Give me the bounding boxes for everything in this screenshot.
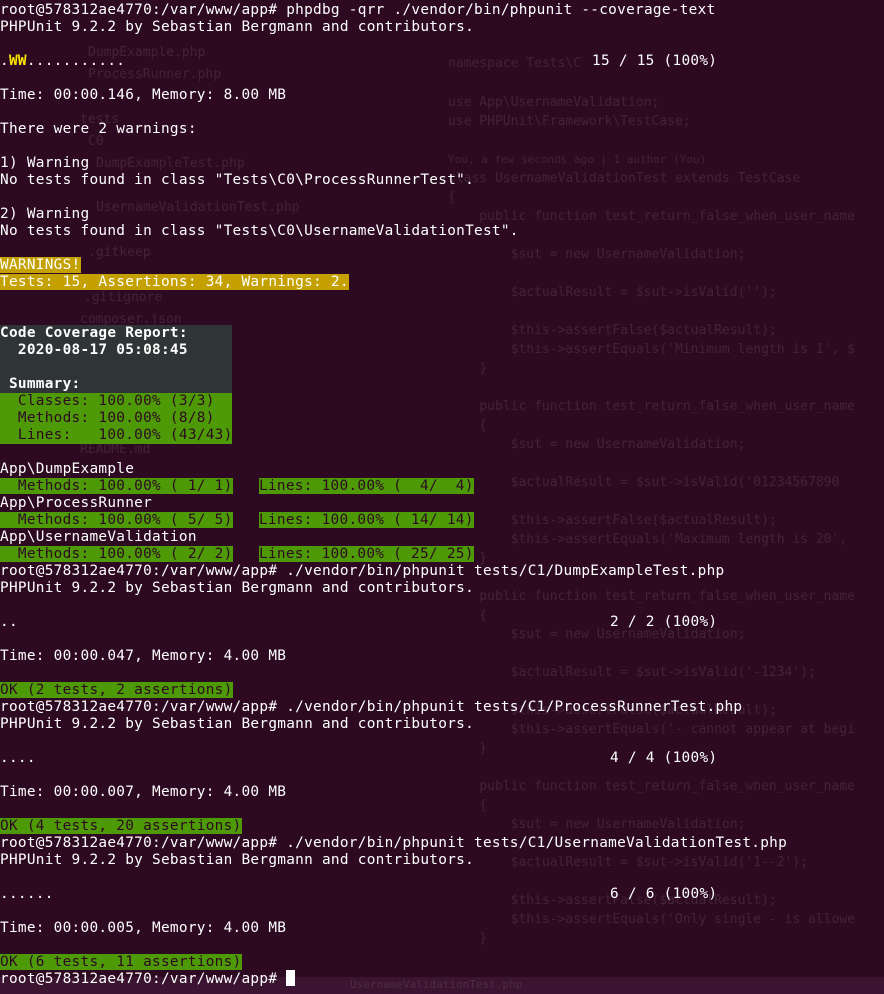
progress-counter: 15 / 15 (100%) <box>592 53 718 69</box>
ok-result: OK (6 tests, 11 assertions) <box>0 954 242 970</box>
coverage-date: 2020-08-17 05:08:45 <box>0 342 188 358</box>
progress-dots: .WW........... <box>0 53 126 69</box>
warning-markers: WW <box>8 53 27 69</box>
terminal-output[interactable]: root@578312ae4770:/var/www/app# phpdbg -… <box>0 0 884 994</box>
warning-message: No tests found in class "Tests\C0\Userna… <box>0 223 519 239</box>
summary-lines: Lines: 100.00% (43/43) <box>0 427 233 443</box>
ok-result: OK (4 tests, 20 assertions) <box>0 818 242 834</box>
time-memory: Time: 00:00.007, Memory: 4.00 MB <box>0 784 287 800</box>
warnings-banner: WARNINGS! <box>0 257 81 273</box>
time-memory: Time: 00:00.047, Memory: 4.00 MB <box>0 648 287 664</box>
time-memory: Time: 00:00.005, Memory: 4.00 MB <box>0 920 287 936</box>
class-methods-coverage: Methods: 100.00% ( 5/ 5) <box>0 512 233 528</box>
class-methods-coverage: Methods: 100.00% ( 1/ 1) <box>0 478 233 494</box>
coverage-title: Code Coverage Report: <box>0 325 188 341</box>
progress-counter: 4 / 4 (100%) <box>610 750 718 766</box>
class-lines-coverage: Lines: 100.00% ( 25/ 25) <box>259 546 474 562</box>
summary-classes: Classes: 100.00% (3/3) <box>0 393 215 409</box>
summary-label: Summary: <box>0 376 81 392</box>
text-cursor <box>286 970 296 986</box>
phpunit-banner: PHPUnit 9.2.2 by Sebastian Bergmann and … <box>0 580 475 596</box>
phpunit-banner: PHPUnit 9.2.2 by Sebastian Bergmann and … <box>0 716 475 732</box>
class-name: App\UsernameValidation <box>0 529 197 545</box>
prompt-line[interactable]: root@578312ae4770:/var/www/app# <box>0 970 296 988</box>
time-memory: Time: 00:00.146, Memory: 8.00 MB <box>0 87 287 103</box>
warning-title: 1) Warning <box>0 155 90 171</box>
class-name: App\DumpExample <box>0 461 135 477</box>
class-name: App\ProcessRunner <box>0 495 153 511</box>
warning-message: No tests found in class "Tests\C0\Proces… <box>0 172 475 188</box>
progress-dots: ...... <box>0 886 54 902</box>
phpunit-banner: PHPUnit 9.2.2 by Sebastian Bergmann and … <box>0 19 475 35</box>
progress-dots: .... <box>0 750 36 766</box>
warnings-header: There were 2 warnings: <box>0 121 197 137</box>
warnings-summary: Tests: 15, Assertions: 34, Warnings: 2. <box>0 274 349 290</box>
phpunit-banner: PHPUnit 9.2.2 by Sebastian Bergmann and … <box>0 852 475 868</box>
command-line: root@578312ae4770:/var/www/app# ./vendor… <box>0 563 725 579</box>
summary-methods: Methods: 100.00% (8/8) <box>0 410 215 426</box>
ok-result: OK (2 tests, 2 assertions) <box>0 682 233 698</box>
class-lines-coverage: Lines: 100.00% ( 14/ 14) <box>259 512 474 528</box>
command-line: root@578312ae4770:/var/www/app# phpdbg -… <box>0 2 716 18</box>
progress-counter: 6 / 6 (100%) <box>610 886 718 902</box>
class-methods-coverage: Methods: 100.00% ( 2/ 2) <box>0 546 233 562</box>
class-lines-coverage: Lines: 100.00% ( 4/ 4) <box>259 478 474 494</box>
shell-prompt: root@578312ae4770:/var/www/app# <box>0 971 287 987</box>
warning-title: 2) Warning <box>0 206 90 222</box>
progress-dots: .. <box>0 614 18 630</box>
command-line: root@578312ae4770:/var/www/app# ./vendor… <box>0 835 788 851</box>
progress-counter: 2 / 2 (100%) <box>610 614 718 630</box>
command-line: root@578312ae4770:/var/www/app# ./vendor… <box>0 699 743 715</box>
